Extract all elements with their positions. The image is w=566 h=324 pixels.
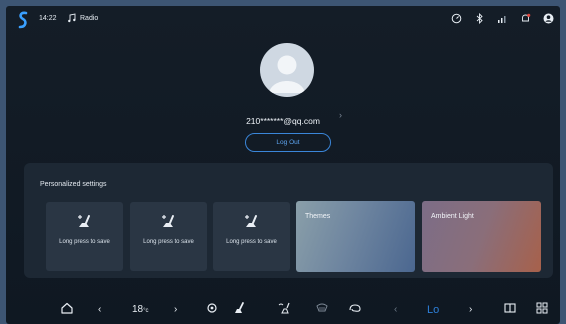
- climate-settings-icon[interactable]: [205, 301, 219, 315]
- temp-increase-chevron-icon[interactable]: ›: [174, 304, 177, 315]
- fan-speed-value: Lo: [427, 304, 440, 316]
- windshield-defrost-icon[interactable]: [315, 301, 329, 315]
- status-bar: 14:22 Radio: [6, 6, 560, 32]
- seat-preset-1[interactable]: Long press to save: [46, 202, 123, 271]
- panel-title: Personalized settings: [40, 181, 107, 188]
- avatar-icon: [269, 55, 305, 93]
- bottom-dock: ‹ 18°c › ‹ Lo ›: [6, 296, 560, 324]
- seat-plus-icon: [78, 215, 90, 227]
- home-icon[interactable]: [60, 301, 74, 315]
- logo-icon: [18, 11, 28, 29]
- notification-icon[interactable]: [520, 13, 531, 24]
- account-email-row[interactable]: 210*******@qq.com: [6, 111, 560, 129]
- temperature-value: 18: [132, 304, 144, 315]
- account-email[interactable]: 210*******@qq.com: [246, 116, 320, 126]
- seat-preset-label: Long press to save: [59, 239, 110, 245]
- seat-heat-icon[interactable]: [232, 301, 246, 315]
- seat-preset-3[interactable]: Long press to save: [213, 202, 290, 271]
- temp-decrease-chevron-icon[interactable]: ‹: [98, 304, 101, 315]
- seat-plus-icon: [162, 215, 174, 227]
- chevron-right-icon[interactable]: ›: [339, 110, 342, 120]
- fan-decrease-chevron-icon[interactable]: ‹: [394, 304, 397, 315]
- speedometer-icon[interactable]: [451, 13, 462, 24]
- recirculation-icon[interactable]: [348, 301, 362, 315]
- account-icon[interactable]: [543, 13, 554, 24]
- ambient-light-label: Ambient Light: [431, 213, 474, 220]
- personalized-settings-panel: Personalized settings Long press to save…: [24, 163, 553, 278]
- user-avatar[interactable]: [260, 43, 314, 97]
- themes-card[interactable]: Themes: [296, 201, 415, 272]
- seat-plus-icon: [245, 215, 257, 227]
- seat-preset-label: Long press to save: [226, 239, 277, 245]
- clock: 14:22: [39, 15, 57, 22]
- seat-preset-2[interactable]: Long press to save: [130, 202, 207, 271]
- themes-label: Themes: [305, 213, 331, 220]
- ambient-light-card[interactable]: Ambient Light: [422, 201, 541, 272]
- signal-icon[interactable]: [497, 13, 508, 24]
- infotainment-screen: 14:22 Radio 210*******@qq.com › Log Out …: [6, 6, 560, 324]
- fan-increase-chevron-icon[interactable]: ›: [469, 304, 472, 315]
- app-grid-icon[interactable]: [535, 301, 549, 315]
- temperature-readout: 18°c: [132, 304, 149, 315]
- log-out-button[interactable]: Log Out: [245, 133, 331, 152]
- media-source-label[interactable]: Radio: [80, 15, 98, 22]
- seat-preset-label: Long press to save: [143, 239, 194, 245]
- split-view-icon[interactable]: [503, 301, 517, 315]
- temperature-unit: °c: [143, 308, 149, 314]
- music-note-icon[interactable]: [67, 13, 77, 23]
- bluetooth-icon[interactable]: [474, 13, 485, 24]
- airflow-seat-icon[interactable]: [278, 301, 292, 315]
